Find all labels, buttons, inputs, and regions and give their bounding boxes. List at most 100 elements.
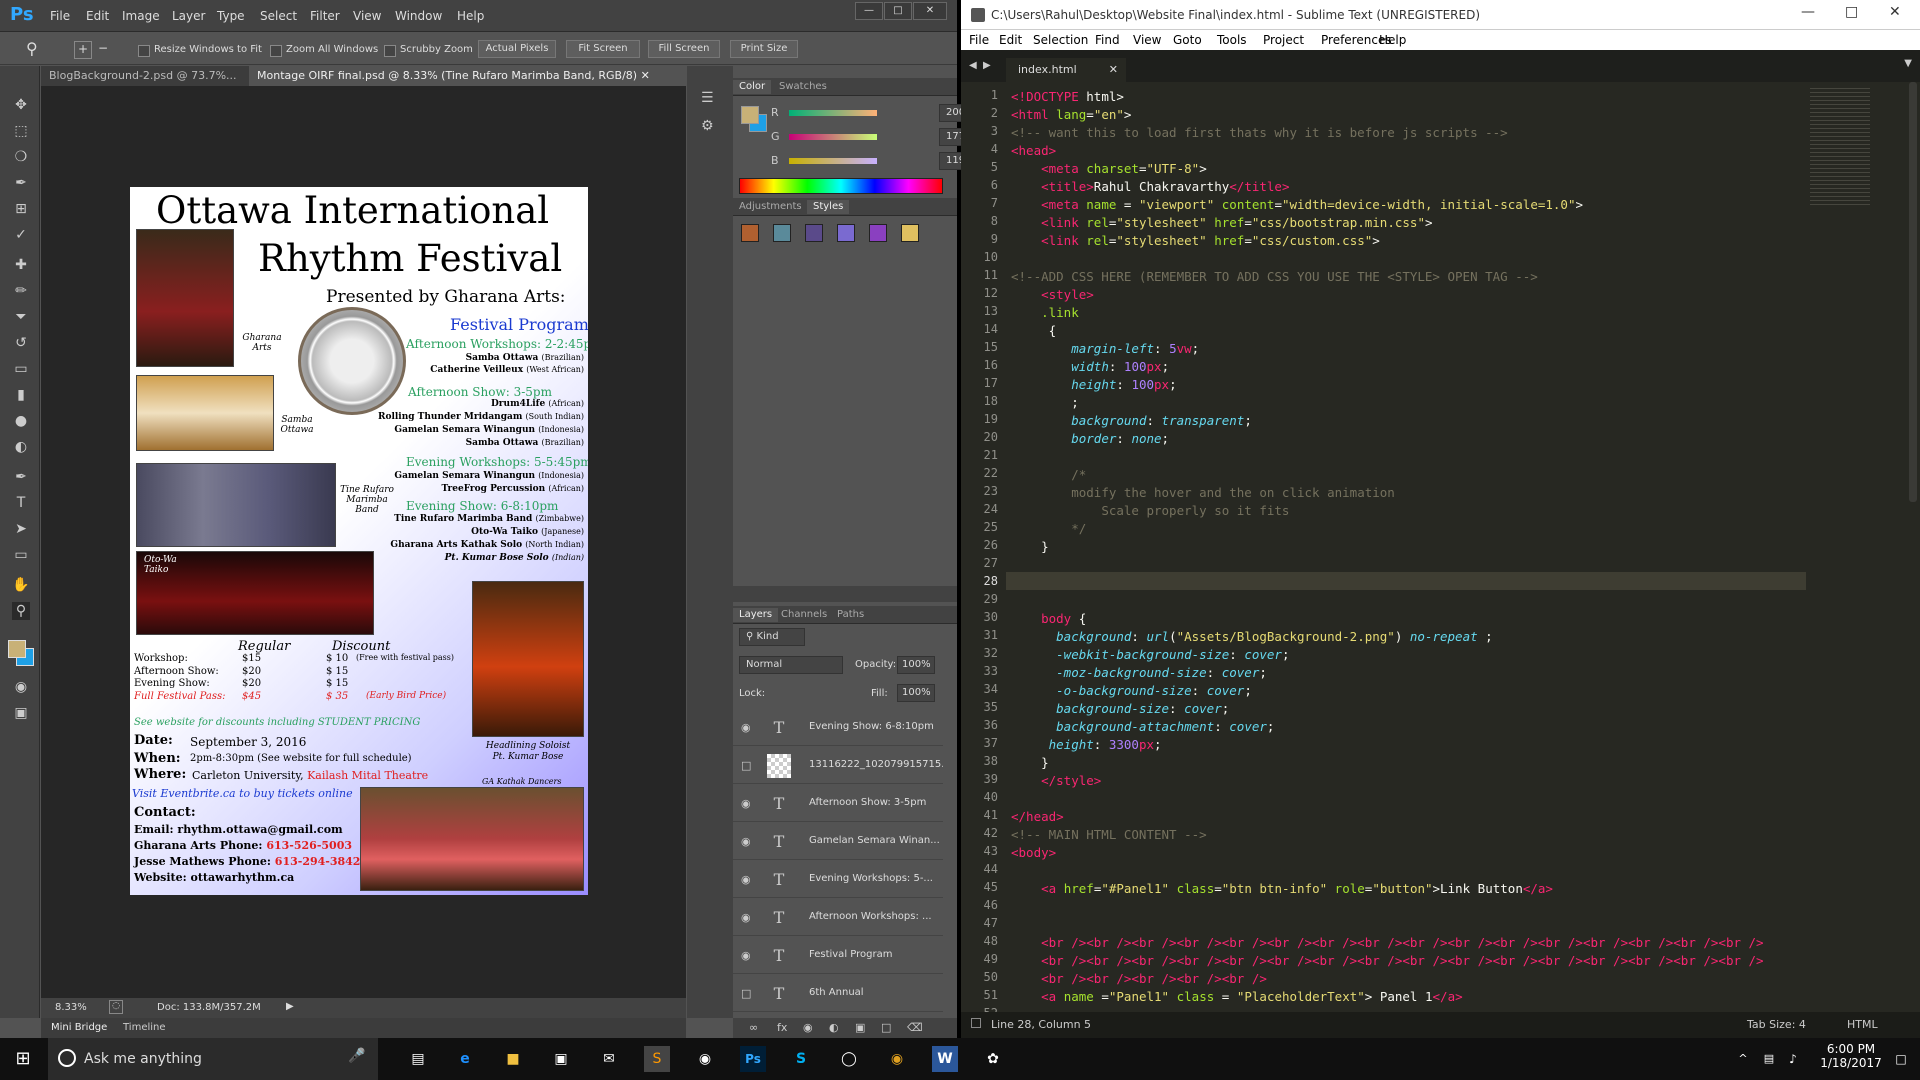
sub-menu-project[interactable]: Project (1263, 33, 1304, 47)
file-explorer-icon[interactable]: ■ (500, 1046, 526, 1072)
sub-menu-view[interactable]: View (1133, 33, 1161, 47)
edge-icon[interactable]: e (452, 1046, 478, 1072)
mask-icon[interactable]: ◉ (803, 1021, 813, 1034)
zoom-level[interactable]: 8.33% (55, 1002, 87, 1013)
app-icon[interactable]: ◯ (836, 1046, 862, 1072)
screen-mode-icon[interactable]: ▣ (12, 704, 30, 722)
history-brush-icon[interactable]: ↺ (12, 334, 30, 352)
style-swatch[interactable] (869, 224, 887, 242)
tab-mini-bridge[interactable]: Mini Bridge (51, 1022, 107, 1033)
editor-scrollbar[interactable] (1909, 82, 1917, 502)
store-icon[interactable]: ▣ (548, 1046, 574, 1072)
tab-paths[interactable]: Paths (831, 608, 870, 622)
sub-menu-goto[interactable]: Goto (1173, 33, 1202, 47)
layer-row[interactable]: ◉ T Afternoon Workshops: ... (733, 898, 943, 936)
print-size-button[interactable]: Print Size (730, 40, 798, 58)
opacity-input[interactable]: 100% (897, 656, 935, 674)
marquee-tool-icon[interactable]: ⬚ (12, 122, 30, 140)
tab-prev-icon[interactable]: ◀ (969, 60, 977, 71)
ps-menu-window[interactable]: Window (395, 9, 442, 23)
style-swatch[interactable] (901, 224, 919, 242)
style-swatch[interactable] (741, 224, 759, 242)
zoom-tool-icon[interactable]: ⚲ (26, 39, 38, 58)
tab-swatches[interactable]: Swatches (773, 80, 833, 94)
fill-screen-button[interactable]: Fill Screen (648, 40, 720, 58)
word-icon[interactable]: W (932, 1046, 958, 1072)
fx-icon[interactable]: fx (777, 1021, 787, 1034)
tab-adjustments[interactable]: Adjustments (733, 200, 808, 214)
panel-toggle-icon[interactable] (971, 1018, 981, 1028)
pen-tool-icon[interactable]: ✒ (12, 468, 30, 486)
photoshop-taskbar-icon[interactable]: Ps (740, 1046, 766, 1072)
ps-menu-select[interactable]: Select (260, 9, 297, 23)
style-swatch[interactable] (773, 224, 791, 242)
lasso-tool-icon[interactable]: ❍ (12, 148, 30, 166)
tab-dropdown-icon[interactable]: ▼ (1904, 58, 1912, 69)
slider-g-track[interactable] (789, 134, 877, 140)
visibility-eye-icon[interactable]: ◉ (741, 873, 755, 886)
tab-index-html[interactable]: index.html ✕ (1006, 58, 1126, 82)
sub-minimize-button[interactable]: — (1801, 4, 1815, 20)
skype-icon[interactable]: S (788, 1046, 814, 1072)
history-panel-icon[interactable]: ☰ (701, 90, 719, 108)
style-swatch[interactable] (837, 224, 855, 242)
foreground-color-swatch[interactable] (8, 640, 26, 658)
zoom-out-icon[interactable]: − (98, 41, 108, 55)
tab-timeline[interactable]: Timeline (123, 1022, 166, 1033)
paint-bucket-icon[interactable]: ▮ (12, 386, 30, 404)
windows-start-icon[interactable]: ⊞ (10, 1046, 36, 1072)
eraser-tool-icon[interactable]: ▭ (12, 360, 30, 378)
visibility-eye-icon[interactable]: ◉ (741, 797, 755, 810)
visibility-eye-icon[interactable]: ◉ (741, 835, 755, 848)
zoom-tool-icon[interactable]: ⚲ (12, 602, 30, 620)
sub-menu-tools[interactable]: Tools (1217, 33, 1247, 47)
fit-screen-button[interactable]: Fit Screen (566, 40, 640, 58)
eyedropper-icon[interactable]: ✓ (12, 226, 30, 244)
ps-menu-edit[interactable]: Edit (86, 9, 109, 23)
move-tool-icon[interactable]: ✥ (12, 96, 30, 114)
status-arrow-icon[interactable]: ▶ (286, 1001, 294, 1012)
resize-windows-checkbox[interactable]: Resize Windows to Fit (138, 44, 262, 58)
sub-menu-find[interactable]: Find (1095, 33, 1120, 47)
layer-row[interactable]: ◉ T Festival Program (733, 936, 943, 974)
visibility-eye-icon[interactable]: ◉ (741, 911, 755, 924)
ps-menu-layer[interactable]: Layer (172, 9, 205, 23)
microphone-icon[interactable]: 🎤 (348, 1048, 365, 1064)
chrome-icon[interactable]: ◉ (884, 1046, 910, 1072)
taskbar-clock[interactable]: 6:00 PM 1/18/2017 (1816, 1042, 1886, 1070)
sub-menu-file[interactable]: File (969, 33, 989, 47)
tab-color[interactable]: Color (733, 80, 772, 94)
ps-menu-filter[interactable]: Filter (310, 9, 340, 23)
tab-montage[interactable]: Montage OIRF final.psd @ 8.33% (Tine Ruf… (249, 66, 686, 86)
ps-menu-image[interactable]: Image (122, 9, 160, 23)
fill-input[interactable]: 100% (897, 684, 935, 702)
slider-r-track[interactable] (789, 110, 877, 116)
mail-icon[interactable]: ✉ (596, 1046, 622, 1072)
cortana-search-box[interactable]: Ask me anything 🎤 (48, 1038, 378, 1080)
tab-channels[interactable]: Channels (775, 608, 833, 622)
code-editor[interactable]: <!DOCTYPE html> <html lang="en"> <!-- wa… (1011, 82, 1764, 1012)
layer-row[interactable]: ◉ T Evening Show: 6-8:10pm (733, 708, 943, 746)
visibility-off-icon[interactable]: □ (741, 759, 755, 772)
volume-icon[interactable]: ♪ (1780, 1046, 1806, 1072)
tray-chevron-icon[interactable]: ^ (1730, 1046, 1756, 1072)
brush-tool-icon[interactable]: ✏ (12, 282, 30, 300)
stamp-tool-icon[interactable]: ⏷ (12, 308, 30, 326)
hand-tool-icon[interactable]: ✋ (12, 576, 30, 594)
type-tool-icon[interactable]: T (12, 494, 30, 512)
crop-tool-icon[interactable]: ⊞ (12, 200, 30, 218)
tab-layers[interactable]: Layers (733, 608, 779, 622)
rectangle-tool-icon[interactable]: ▭ (12, 546, 30, 564)
layer-row[interactable]: □ 13116222_102079915715... (733, 746, 943, 784)
ps-menu-help[interactable]: Help (457, 9, 484, 23)
tab-styles[interactable]: Styles (807, 200, 850, 214)
blur-tool-icon[interactable]: ● (12, 412, 30, 430)
actual-pixels-button[interactable]: Actual Pixels (478, 40, 556, 58)
sub-maximize-button[interactable]: □ (1845, 4, 1858, 20)
layer-row[interactable]: ◉ T Evening Workshops: 5-... (733, 860, 943, 898)
sub-menu-help[interactable]: Help (1379, 33, 1406, 47)
sub-close-button[interactable]: ✕ (1889, 4, 1901, 20)
visibility-eye-icon[interactable]: ◉ (741, 721, 755, 734)
minimap[interactable] (1806, 82, 1906, 1012)
layer-row[interactable]: ◉ T Gamelan Semara Winan... (733, 822, 943, 860)
